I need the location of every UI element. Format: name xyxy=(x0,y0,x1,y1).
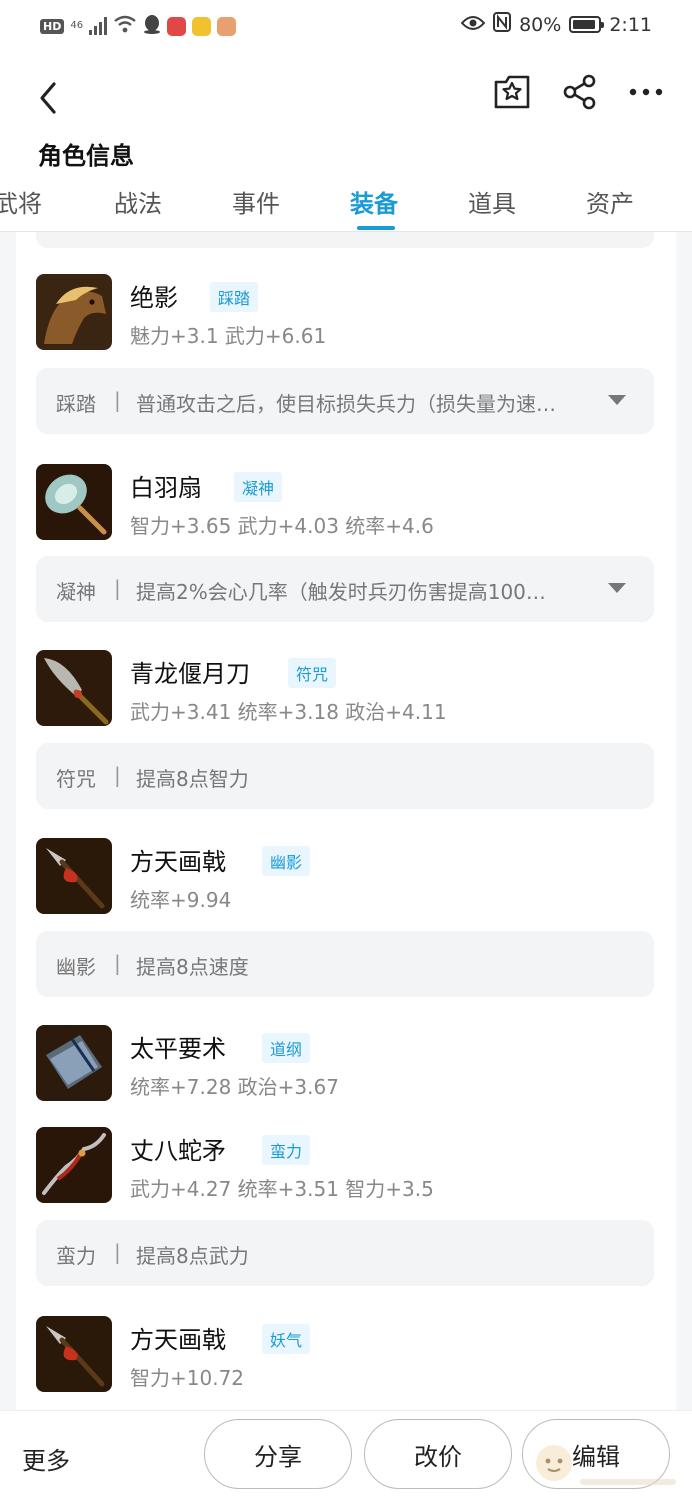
equipment-stats: 统率+7.28 政治+3.67 xyxy=(130,1075,339,1099)
edit-button[interactable]: 编辑 xyxy=(522,1419,670,1489)
tab-items[interactable]: 道具 xyxy=(468,184,516,219)
status-bar: HD 46 80% 2:11 xyxy=(0,0,692,52)
eye-icon xyxy=(460,14,486,36)
feather-fan-icon xyxy=(36,464,112,540)
halberd-icon xyxy=(36,838,112,914)
tab-bar: 武将 战法 事件 装备 道具 资产 xyxy=(0,176,692,232)
equipment-name: 绝影 xyxy=(130,284,178,312)
equipment-skill-tag: 符咒 xyxy=(288,658,337,688)
skill-separator: | xyxy=(114,388,121,412)
equipment-item[interactable]: 方天画戟 幽影 统率+9.94 xyxy=(36,838,656,918)
equipment-item[interactable]: 白羽扇 凝神 智力+3.65 武力+4.03 统率+4.6 xyxy=(36,464,656,544)
expand-caret-icon[interactable] xyxy=(608,583,626,593)
equipment-stats: 智力+3.65 武力+4.03 统率+4.6 xyxy=(130,514,434,538)
equipment-stats: 武力+3.41 统率+3.18 政治+4.11 xyxy=(130,700,447,724)
halberd-icon xyxy=(36,1316,112,1392)
equipment-stats: 智力+10.72 xyxy=(130,1366,245,1390)
snake-spear-icon xyxy=(36,1127,112,1203)
skill-separator: | xyxy=(114,1240,121,1264)
share-button[interactable]: 分享 xyxy=(204,1419,352,1489)
tab-tactics[interactable]: 战法 xyxy=(114,184,162,219)
favorite-star-icon[interactable] xyxy=(492,72,532,112)
status-left: HD 46 xyxy=(40,14,237,38)
equipment-stats: 魅力+3.1 武力+6.61 xyxy=(130,324,327,348)
change-price-button[interactable]: 改价 xyxy=(364,1419,512,1489)
book-icon xyxy=(36,1025,112,1101)
hd-badge: HD xyxy=(40,18,65,34)
equipment-name: 方天画戟 xyxy=(130,848,226,876)
equipment-skill-tag: 妖气 xyxy=(262,1324,311,1354)
equipment-name: 方天画戟 xyxy=(130,1326,226,1354)
network-type: 46 xyxy=(70,20,84,31)
tab-equipment[interactable]: 装备 xyxy=(350,184,398,219)
horse-icon xyxy=(36,274,112,350)
signal-icon xyxy=(89,17,108,35)
equipment-skill-tag: 道纲 xyxy=(262,1033,311,1063)
tab-events[interactable]: 事件 xyxy=(232,184,280,219)
skill-description: 提高8点智力 xyxy=(136,767,249,791)
equipment-stats: 武力+4.27 统率+3.51 智力+3.5 xyxy=(130,1177,434,1201)
more-dots-icon[interactable] xyxy=(626,72,666,112)
skill-description-panel[interactable]: 踩踏 | 普通攻击之后，使目标损失兵力（损失量为速… xyxy=(36,368,654,434)
skill-description-panel[interactable]: 凝神 | 提高2%会心几率（触发时兵刃伤害提高100… xyxy=(36,556,654,622)
app-red-icon xyxy=(167,16,187,36)
equipment-name: 白羽扇 xyxy=(130,474,202,502)
skill-separator: | xyxy=(114,763,121,787)
skill-name: 踩踏 xyxy=(56,392,96,416)
page-title: 角色信息 xyxy=(38,142,134,170)
expand-caret-icon[interactable] xyxy=(608,395,626,405)
equipment-item[interactable]: 太平要术 道纲 统率+7.28 政治+3.67 xyxy=(36,1025,656,1105)
battery-percent: 80% xyxy=(519,13,562,36)
previous-item-panel xyxy=(36,232,654,248)
skill-description-panel[interactable]: 符咒 | 提高8点智力 xyxy=(36,743,654,809)
tab-generals[interactable]: 武将 xyxy=(0,184,42,219)
skill-name: 符咒 xyxy=(56,767,96,791)
message-icon xyxy=(217,16,237,36)
equipment-skill-tag: 踩踏 xyxy=(210,282,259,312)
skill-description-panel[interactable]: 蛮力 | 提高8点武力 xyxy=(36,1220,654,1286)
skill-separator: | xyxy=(114,951,121,975)
skill-name: 凝神 xyxy=(56,580,96,604)
equipment-item[interactable]: 丈八蛇矛 蛮力 武力+4.27 统率+3.51 智力+3.5 xyxy=(36,1127,656,1207)
skill-description: 提高2%会心几率（触发时兵刃伤害提高100… xyxy=(136,580,546,604)
header: 角色信息 武将 战法 事件 装备 道具 资产 xyxy=(0,52,692,232)
equipment-item[interactable]: 青龙偃月刀 符咒 武力+3.41 统率+3.18 政治+4.11 xyxy=(36,650,656,730)
status-right: 80% 2:11 xyxy=(460,12,652,37)
equipment-skill-tag: 蛮力 xyxy=(262,1135,311,1165)
skill-description-panel[interactable]: 幽影 | 提高8点速度 xyxy=(36,931,654,997)
equipment-name: 丈八蛇矛 xyxy=(130,1137,226,1165)
nfc-icon xyxy=(493,12,512,37)
qq-penguin-icon xyxy=(143,14,161,38)
skill-name: 幽影 xyxy=(56,955,96,979)
app-yellow-icon xyxy=(192,16,212,36)
clock: 2:11 xyxy=(609,13,652,36)
skill-separator: | xyxy=(114,576,121,600)
equipment-name: 青龙偃月刀 xyxy=(130,660,250,688)
glaive-icon xyxy=(36,650,112,726)
back-arrow-icon[interactable] xyxy=(32,78,68,118)
equipment-skill-tag: 幽影 xyxy=(262,846,311,876)
tab-assets[interactable]: 资产 xyxy=(586,184,634,219)
skill-name: 蛮力 xyxy=(56,1244,96,1268)
active-tab-indicator xyxy=(357,226,395,230)
battery-icon xyxy=(569,16,605,33)
more-button[interactable]: 更多 xyxy=(22,1441,70,1476)
skill-description: 普通攻击之后，使目标损失兵力（损失量为速… xyxy=(136,392,556,416)
equipment-name: 太平要术 xyxy=(130,1035,226,1063)
share-icon[interactable] xyxy=(560,72,600,112)
equipment-list: 绝影 踩踏 魅力+3.1 武力+6.61 踩踏 | 普通攻击之后，使目标损失兵力… xyxy=(16,232,676,1412)
bottom-action-bar: 更多 分享 改价 编辑 xyxy=(0,1410,692,1500)
wifi-icon xyxy=(113,15,137,37)
equipment-skill-tag: 凝神 xyxy=(234,472,283,502)
skill-description: 提高8点速度 xyxy=(136,955,249,979)
equipment-item[interactable]: 绝影 踩踏 魅力+3.1 武力+6.61 xyxy=(36,274,656,354)
equipment-item[interactable]: 方天画戟 妖气 智力+10.72 xyxy=(36,1316,656,1396)
equipment-stats: 统率+9.94 xyxy=(130,888,232,912)
skill-description: 提高8点武力 xyxy=(136,1244,249,1268)
